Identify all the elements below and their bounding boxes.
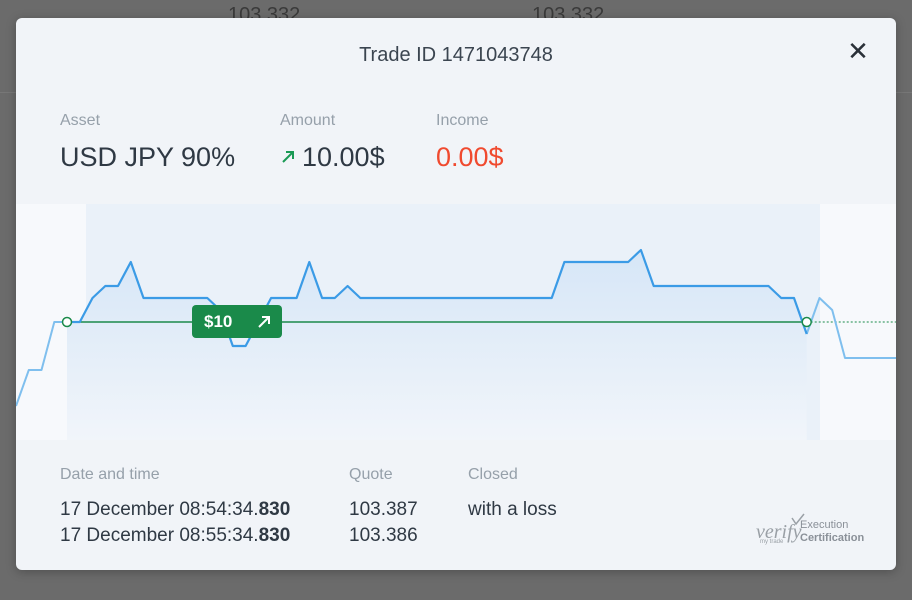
arrow-up-right-icon [282, 150, 294, 163]
amount-value: 10.00$ [302, 142, 385, 172]
open-quote: 103.387 [349, 499, 418, 520]
trade-open-point [61, 316, 73, 328]
income-label: Income [436, 112, 489, 129]
close-quote: 103.386 [349, 525, 418, 546]
amount-value-wrap: 10.00$ [280, 142, 385, 173]
trade-details-modal: Trade ID 1471043748 ✕ Asset USD JPY 90% … [16, 18, 896, 570]
income-value: 0.00$ [436, 142, 504, 172]
close-time-ms: 830 [258, 525, 291, 546]
open-time-ms: 830 [258, 499, 291, 520]
verify-certification-logo: verify my trade Execution Certification [756, 513, 864, 545]
modal-title: Trade ID 1471043748 [359, 44, 553, 66]
open-time: 17 December 08:54:34.830 [60, 499, 290, 521]
verify-sub-text: my trade [760, 539, 784, 545]
certification-line1: Execution [800, 519, 848, 531]
quote-label: Quote [349, 466, 393, 483]
close-icon[interactable]: ✕ [846, 39, 870, 65]
closed-label: Closed [468, 466, 518, 483]
trade-result: with a loss [468, 499, 557, 520]
asset-value: USD JPY 90% [60, 142, 236, 172]
amount-label: Amount [280, 112, 336, 129]
price-chart-svg [16, 204, 896, 440]
trade-chart: $10 [16, 204, 896, 440]
close-time-main: 17 December 08:55:34. [60, 525, 259, 546]
asset-label: Asset [60, 112, 101, 129]
date-time-label: Date and time [60, 466, 160, 483]
certification-line2: Certification [800, 532, 864, 544]
open-time-main: 17 December 08:54:34. [60, 499, 259, 520]
trade-amount-badge: $10 [192, 305, 282, 338]
close-time: 17 December 08:55:34.830 [60, 525, 290, 547]
arrow-up-right-icon [258, 315, 270, 328]
trade-badge-label: $10 [204, 311, 233, 331]
trade-close-point [801, 316, 812, 328]
